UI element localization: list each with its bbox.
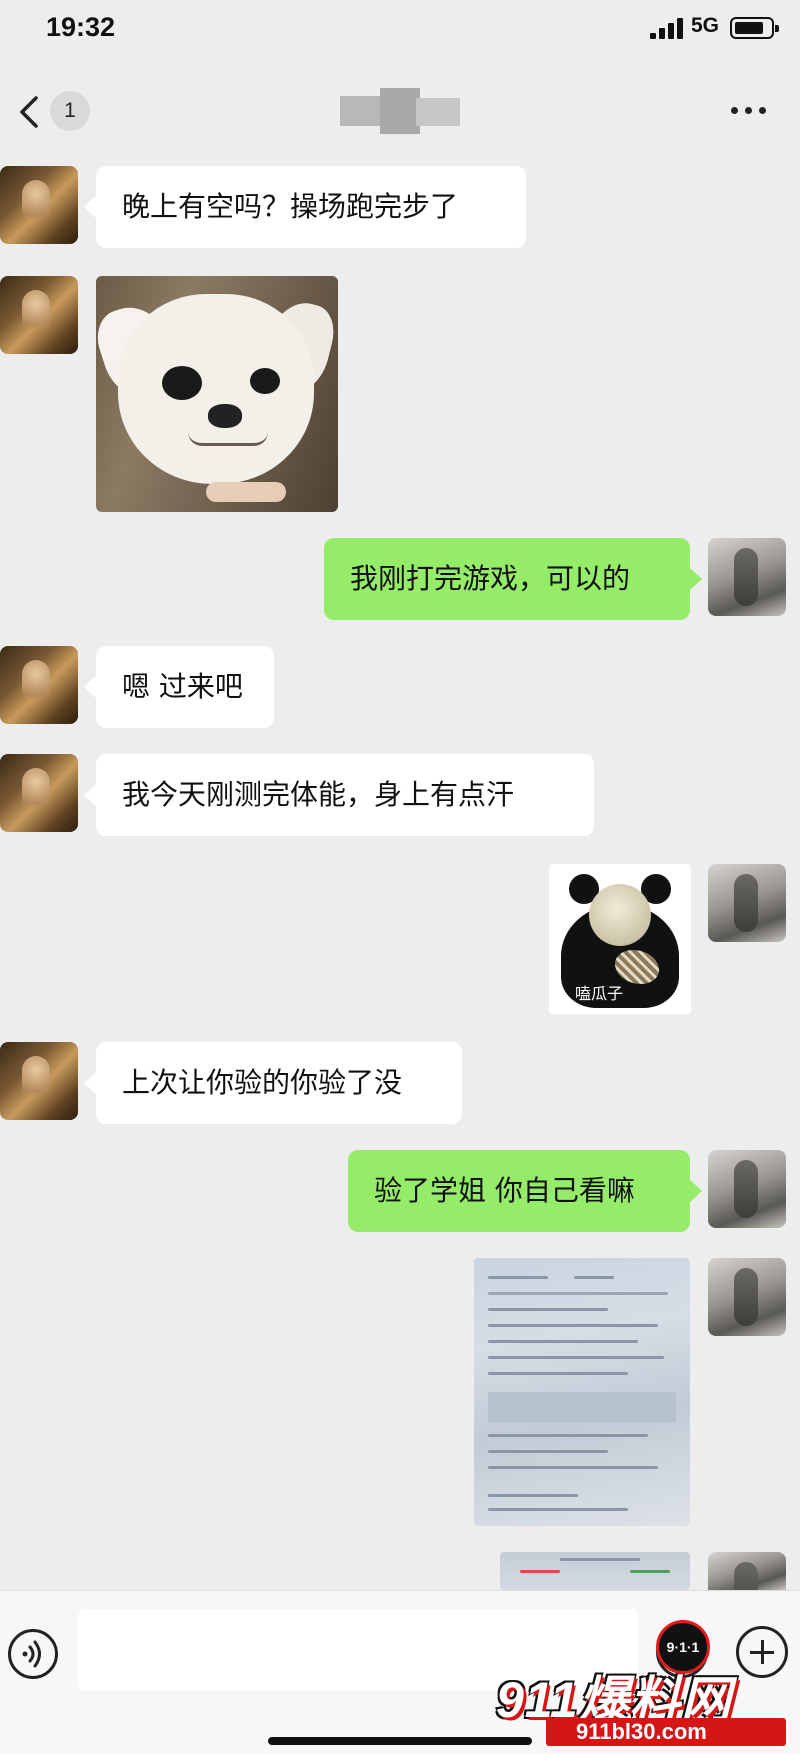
status-time: 19:32 [46,12,116,42]
network-label: 5G [691,14,720,37]
unread-count: 1 [50,91,90,131]
watermark-url: 911bl30.com [546,1718,786,1746]
panda-sticker[interactable]: 嗑瓜子 [549,864,691,1014]
message-bubble-incoming[interactable]: 上次让你验的你验了没 [84,1042,462,1124]
home-indicator [268,1737,532,1745]
watermark-brand: 911爆料网 [496,1672,732,1728]
my-avatar[interactable] [708,538,786,616]
status-bar: 19:32 5G [0,0,800,60]
my-avatar[interactable] [708,1552,786,1590]
back-icon[interactable] [14,92,46,132]
contact-avatar[interactable] [0,276,78,354]
my-avatar[interactable] [708,1258,786,1336]
chat-title-redacted [330,88,470,134]
medical-report-photo[interactable] [474,1258,690,1526]
message-bubble-outgoing[interactable]: 我刚打完游戏，可以的 [324,538,702,620]
message-bubble-incoming[interactable]: 晚上有空吗？操场跑完步了 [84,166,526,248]
chihuahua-sticker[interactable] [96,276,338,512]
contact-avatar[interactable] [0,1042,78,1120]
signal-icon [650,17,686,39]
watermark-badge: 9·1·1 [656,1620,710,1674]
sticker-caption: 嗑瓜子 [574,984,623,1003]
battery-icon [730,17,779,39]
contact-avatar[interactable] [0,166,78,244]
message-bubble-incoming[interactable]: 我今天刚测完体能，身上有点汗 [84,754,594,836]
my-avatar[interactable] [708,1150,786,1228]
contact-avatar[interactable] [0,754,78,832]
medical-report-photo[interactable] [500,1552,690,1590]
contact-avatar[interactable] [0,646,78,724]
more-icon[interactable] [727,98,771,124]
voice-icon[interactable] [8,1629,58,1679]
message-bubble-incoming[interactable]: 嗯 过来吧 [84,646,274,728]
my-avatar[interactable] [708,864,786,942]
site-watermark: 911爆料网 9·1·1 911bl30.com [496,1620,796,1748]
message-bubble-outgoing[interactable]: 验了学姐 你自己看嘛 [348,1150,702,1232]
unread-badge[interactable]: 1 [50,91,90,131]
